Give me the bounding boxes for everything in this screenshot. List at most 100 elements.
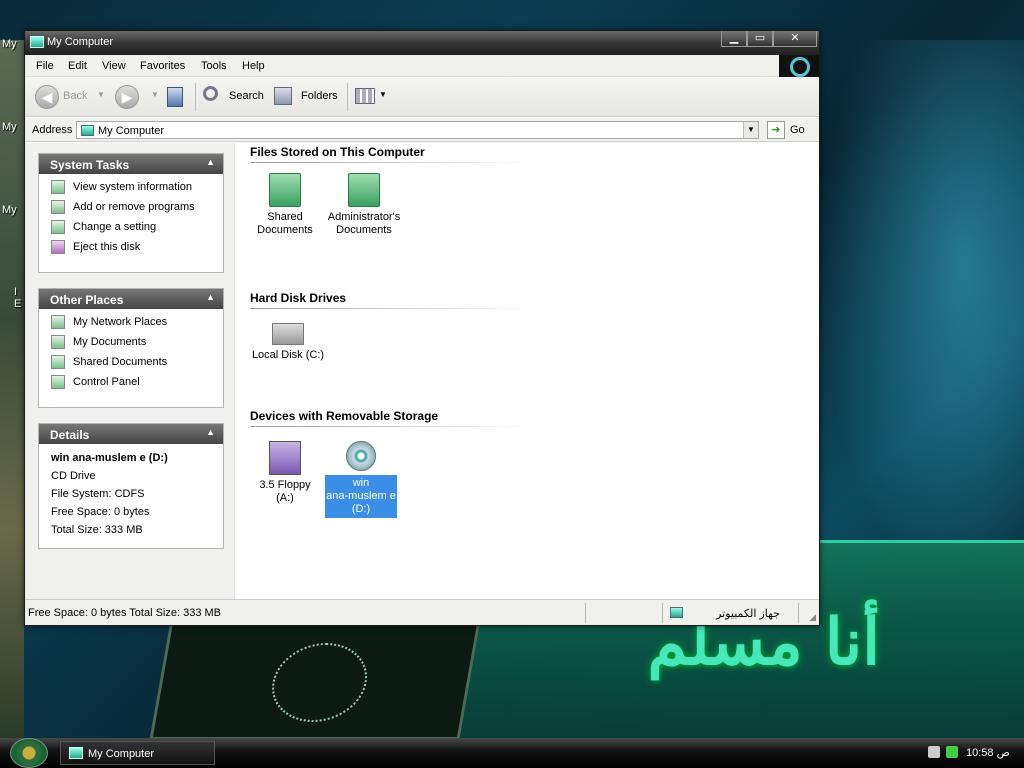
menu-tools[interactable]: Tools bbox=[201, 60, 227, 72]
menu-file[interactable]: File bbox=[36, 60, 54, 72]
views-icon bbox=[355, 88, 375, 104]
details-file-system: File System: CDFS bbox=[51, 488, 145, 500]
menu-edit[interactable]: Edit bbox=[68, 60, 87, 72]
menu-help[interactable]: Help bbox=[242, 60, 265, 72]
up-folder-button[interactable] bbox=[165, 85, 187, 109]
panel-header[interactable]: Other Places ▲ bbox=[39, 289, 223, 309]
status-separator bbox=[798, 603, 799, 623]
task-label: Change a setting bbox=[73, 221, 157, 233]
desktop-icon-label[interactable]: I bbox=[14, 286, 17, 298]
panel-header[interactable]: System Tasks ▲ bbox=[39, 154, 223, 174]
maximize-button[interactable]: ▭ bbox=[747, 31, 773, 47]
address-value: My Computer bbox=[98, 125, 165, 137]
place-my-documents[interactable]: My Documents bbox=[51, 333, 223, 353]
menu-favorites[interactable]: Favorites bbox=[140, 60, 185, 72]
item-local-disk-c[interactable]: Local Disk (C:) bbox=[248, 313, 328, 362]
start-button[interactable] bbox=[10, 738, 48, 768]
panel-title: Other Places bbox=[50, 293, 124, 307]
menu-view[interactable]: View bbox=[102, 60, 126, 72]
details-name: win ana-muslem e (D:) bbox=[51, 452, 168, 464]
back-arrow-icon: ◀ bbox=[35, 85, 59, 109]
back-button[interactable]: ◀ Back ▼ bbox=[35, 85, 107, 109]
back-label: Back bbox=[63, 90, 88, 102]
task-add-remove-programs[interactable]: Add or remove programs bbox=[51, 198, 223, 218]
control-panel-icon bbox=[51, 375, 65, 389]
floppy-drive-icon bbox=[269, 441, 301, 475]
collapse-icon[interactable]: ▲ bbox=[206, 292, 215, 302]
desktop-icon-label[interactable]: My bbox=[2, 38, 17, 50]
control-panel-icon bbox=[51, 220, 65, 234]
wallpaper-minaret bbox=[0, 40, 24, 740]
programs-icon bbox=[51, 200, 65, 214]
close-button[interactable]: ✕ bbox=[773, 31, 817, 47]
task-view-system-info[interactable]: View system information bbox=[51, 178, 223, 198]
content-area: System Tasks ▲ View system information A… bbox=[25, 143, 819, 599]
task-label: My Documents bbox=[73, 336, 147, 348]
status-separator bbox=[662, 603, 663, 623]
address-label: Address bbox=[32, 124, 73, 136]
clock[interactable]: 10:58 ص bbox=[966, 746, 1010, 759]
item-admin-documents[interactable]: Administrator's Documents bbox=[324, 173, 404, 237]
forward-button[interactable]: ▶ ▼ bbox=[115, 85, 159, 109]
desktop-icon-label[interactable]: My bbox=[2, 204, 17, 216]
search-button[interactable]: Search bbox=[203, 85, 267, 109]
item-label: Local Disk (C:) bbox=[251, 349, 325, 361]
cd-drive-icon bbox=[346, 441, 376, 471]
wallpaper-glow bbox=[820, 40, 1024, 600]
search-label: Search bbox=[229, 90, 264, 102]
item-floppy-a[interactable]: 3.5 Floppy (A:) bbox=[248, 441, 322, 505]
item-label: Administrator's Documents bbox=[327, 211, 401, 236]
minimize-button[interactable]: ▁ bbox=[721, 31, 747, 47]
item-cd-drive-d[interactable]: win ana-muslem e (D:) bbox=[325, 441, 397, 518]
system-tasks-panel: System Tasks ▲ View system information A… bbox=[38, 153, 224, 273]
details-free-space: Free Space: 0 bytes bbox=[51, 506, 150, 518]
details-type: CD Drive bbox=[51, 470, 96, 482]
panel-title: Details bbox=[50, 428, 90, 442]
address-input[interactable]: My Computer ▼ bbox=[76, 121, 759, 139]
collapse-icon[interactable]: ▲ bbox=[206, 157, 215, 167]
place-control-panel[interactable]: Control Panel bbox=[51, 373, 223, 393]
place-shared-documents[interactable]: Shared Documents bbox=[51, 353, 223, 373]
status-separator bbox=[585, 603, 586, 623]
computer-icon bbox=[81, 125, 94, 136]
camera-icon[interactable] bbox=[928, 746, 940, 758]
user-folder-icon bbox=[348, 173, 380, 207]
other-places-panel: Other Places ▲ My Network Places My Docu… bbox=[38, 288, 224, 408]
network-status-icon[interactable] bbox=[946, 746, 958, 758]
shared-folder-icon bbox=[269, 173, 301, 207]
status-bar: Free Space: 0 bytes Total Size: 333 MB ج… bbox=[25, 599, 819, 625]
place-my-network[interactable]: My Network Places bbox=[51, 313, 223, 333]
documents-icon bbox=[51, 335, 65, 349]
network-icon bbox=[51, 315, 65, 329]
task-label: Add or remove programs bbox=[73, 201, 195, 213]
task-label: Shared Documents bbox=[73, 356, 168, 368]
section-header: Devices with Removable Storage bbox=[250, 409, 530, 427]
taskbar-item-my-computer[interactable]: My Computer bbox=[60, 741, 215, 765]
task-label: Eject this disk bbox=[73, 241, 141, 253]
taskbar: My Computer 10:58 ص bbox=[0, 738, 1024, 768]
panel-header[interactable]: Details ▲ bbox=[39, 424, 223, 444]
window-title: My Computer bbox=[47, 36, 114, 48]
forward-arrow-icon: ▶ bbox=[115, 85, 139, 109]
file-list-pane: Files Stored on This Computer Shared Docu… bbox=[236, 143, 819, 599]
title-bar[interactable]: My Computer ▁ ▭ ✕ bbox=[25, 31, 819, 55]
shared-folder-icon bbox=[51, 355, 65, 369]
resize-grip-icon[interactable]: ◢ bbox=[809, 612, 816, 623]
task-change-setting[interactable]: Change a setting bbox=[51, 218, 223, 238]
views-button[interactable]: ▼ bbox=[355, 85, 387, 109]
computer-icon bbox=[30, 36, 44, 48]
chevron-down-icon: ▼ bbox=[379, 90, 387, 99]
task-eject-disk[interactable]: Eject this disk bbox=[51, 238, 223, 258]
status-zone: جهاز الكمبيوتر bbox=[716, 608, 780, 620]
desktop-icon-label[interactable]: My bbox=[2, 121, 17, 133]
item-shared-documents[interactable]: Shared Documents bbox=[248, 173, 322, 237]
folders-button[interactable]: Folders bbox=[274, 85, 342, 109]
taskbar-item-label: My Computer bbox=[88, 748, 155, 760]
details-total-size: Total Size: 333 MB bbox=[51, 524, 143, 536]
chevron-down-icon[interactable]: ▼ bbox=[743, 122, 758, 138]
computer-icon bbox=[69, 747, 83, 759]
collapse-icon[interactable]: ▲ bbox=[206, 427, 215, 437]
go-arrow-icon[interactable]: ➜ bbox=[767, 121, 785, 139]
desktop-icon-label[interactable]: E bbox=[14, 298, 21, 310]
go-button[interactable]: Go bbox=[790, 124, 805, 136]
